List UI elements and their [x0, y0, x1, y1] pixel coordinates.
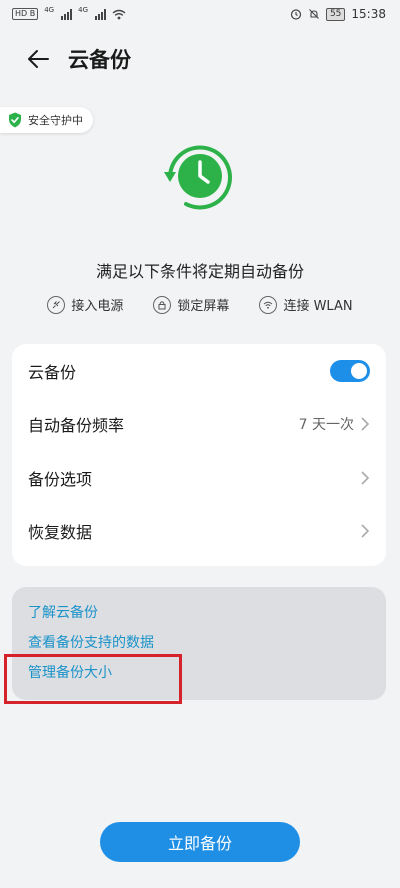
- shield-check-icon: [9, 112, 21, 128]
- status-bar: HD B 4G 4G 55 15:38: [0, 0, 400, 28]
- condition-wlan: 连接 WLAN: [259, 295, 353, 314]
- clock-backup-icon: [164, 145, 232, 210]
- cloud-backup-toggle[interactable]: [330, 359, 370, 382]
- alarm-icon: [290, 9, 302, 20]
- mute-bell-icon: [309, 9, 319, 19]
- highlight-box: [4, 654, 182, 704]
- conditions-list: 接入电源 锁定屏幕 连接 WLAN: [0, 295, 400, 314]
- status-time: 15:38: [351, 7, 386, 21]
- backup-options-row[interactable]: 备份选项: [12, 451, 386, 505]
- signal-tag-2: 4G: [78, 6, 88, 14]
- arrow-left-icon: [28, 50, 49, 68]
- signal-icon-2: [95, 8, 106, 20]
- restore-data-row[interactable]: 恢复数据: [12, 505, 386, 559]
- learn-cloud-backup-link[interactable]: 了解云备份: [28, 603, 370, 633]
- condition-lock-label: 锁定屏幕: [177, 299, 230, 314]
- condition-title: 满足以下条件将定期自动备份: [95, 262, 304, 281]
- chevron-right-icon: [361, 471, 370, 485]
- battery-indicator: 55: [325, 7, 346, 21]
- wifi-icon: [259, 295, 278, 314]
- chevron-right-icon: [361, 524, 370, 538]
- condition-power: 接入电源: [47, 295, 123, 314]
- condition-lock: 锁定屏幕: [153, 295, 229, 314]
- wifi-status-icon: [112, 9, 126, 19]
- hd-badge: HD B: [12, 8, 39, 20]
- backup-options-label: 备份选项: [28, 469, 93, 489]
- back-button[interactable]: [10, 36, 66, 82]
- settings-card: 云备份 自动备份频率 7 天一次 备份选项 恢复数据: [12, 344, 386, 566]
- frequency-right: 7 天一次: [299, 414, 370, 434]
- signal-tag-1: 4G: [44, 6, 55, 14]
- frequency-value: 7 天一次: [298, 417, 354, 434]
- cloud-backup-row[interactable]: 云备份: [12, 344, 386, 398]
- security-badge[interactable]: 安全守护中: [0, 107, 93, 133]
- security-badge-label: 安全守护中: [28, 114, 83, 127]
- signal-icon: [61, 8, 73, 20]
- toggle-knob: [351, 362, 367, 379]
- condition-power-label: 接入电源: [71, 299, 124, 314]
- page-title: 云备份: [68, 48, 131, 72]
- lock-icon: [153, 295, 172, 314]
- frequency-label: 自动备份频率: [28, 416, 125, 436]
- backup-now-button[interactable]: 立即备份: [100, 822, 300, 862]
- cloud-backup-label: 云备份: [28, 362, 77, 382]
- status-right: 55 15:38: [290, 7, 386, 21]
- plug-icon: [47, 295, 66, 314]
- frequency-row[interactable]: 自动备份频率 7 天一次: [12, 398, 386, 452]
- chevron-right-icon: [361, 417, 370, 431]
- app-header: 云备份: [0, 36, 400, 82]
- restore-data-label: 恢复数据: [28, 523, 93, 543]
- condition-wlan-label: 连接 WLAN: [283, 299, 353, 314]
- status-left: HD B 4G 4G: [12, 6, 126, 20]
